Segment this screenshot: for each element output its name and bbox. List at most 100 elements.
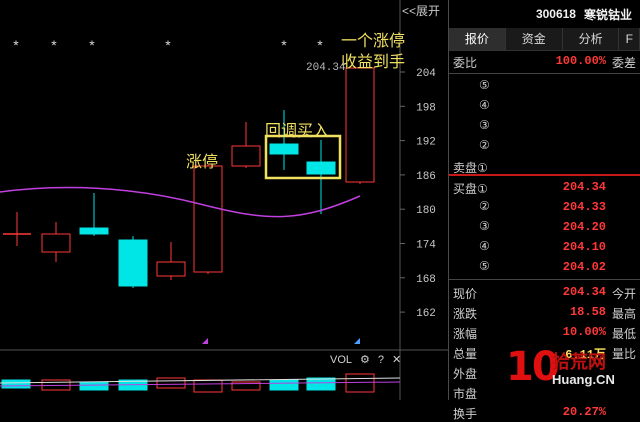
- ask-level-row: ②: [449, 136, 640, 156]
- close-icon[interactable]: ✕: [392, 353, 401, 366]
- candle-body: [156, 261, 186, 277]
- divider: [449, 279, 640, 280]
- watermark-en: Huang.CN: [552, 372, 615, 387]
- stat-row: 涨跌 18.58 最高: [449, 302, 640, 322]
- y-tick-label: 174: [416, 240, 436, 252]
- bid-level-row: 买盘① 204.34: [449, 177, 640, 197]
- candle-body: [193, 165, 223, 273]
- quote-tabs: 报价 资金 分析 F: [449, 28, 640, 51]
- expand-button[interactable]: <<展开: [402, 2, 440, 19]
- y-tick-label: 198: [416, 102, 436, 114]
- ask-level-label: ⑤: [479, 78, 490, 92]
- stat-row: 现价 204.34 今开: [449, 282, 640, 302]
- bid-level-label: ④: [479, 239, 490, 253]
- stat-label: 市盘: [453, 387, 478, 401]
- y-tick-label: 162: [416, 308, 436, 320]
- bid-level-label: 买盘①: [453, 182, 488, 196]
- event-star-marker: *: [281, 37, 287, 53]
- candle-body: [345, 67, 375, 183]
- stat-value: 18.58: [569, 305, 606, 319]
- y-tick-label: 168: [416, 274, 436, 286]
- stat-label: 涨跌: [453, 307, 478, 321]
- candle-body: [231, 145, 261, 167]
- stat-value: 20.27%: [562, 405, 606, 419]
- order-ratio-value: 100.00%: [555, 54, 606, 68]
- y-tick-label: 192: [416, 137, 436, 149]
- quote-panel: 300618 寒锐钴业 报价 资金 分析 F 委比 100.00% 委差 ⑤ ④…: [448, 0, 640, 421]
- volume-bar: [269, 379, 299, 391]
- site-watermark: 10 拾荒网 Huang.CN: [506, 344, 636, 398]
- y-tick-label: 204: [416, 68, 436, 80]
- candle-body: [306, 161, 336, 175]
- stat-label: 外盘: [453, 367, 478, 381]
- moving-average-line: [0, 186, 361, 218]
- profit-annotation-line2: 收益到手: [341, 52, 406, 71]
- ask-level-label: ④: [479, 98, 490, 112]
- y-tick-label: 180: [416, 205, 436, 217]
- tab-f[interactable]: F: [619, 28, 640, 50]
- marker-arrow-icon: [354, 338, 360, 344]
- bid-price: 204.34: [562, 180, 606, 194]
- bid-price: 204.02: [562, 260, 606, 274]
- ask-level-label: ③: [479, 118, 490, 132]
- limit-up-annotation: 涨停: [186, 152, 219, 171]
- help-icon[interactable]: ?: [378, 354, 384, 366]
- ask-level-label: 卖盘①: [453, 161, 488, 175]
- settings-icon[interactable]: ⚙: [360, 353, 370, 366]
- order-diff-label: 委差: [611, 56, 636, 70]
- volume-bar: [1, 379, 31, 389]
- candle-body: [41, 233, 71, 253]
- bid-price: 204.33: [562, 200, 606, 214]
- stat-label: 总量: [453, 347, 478, 361]
- ask-level-row: ⑤: [449, 76, 640, 96]
- order-ratio-label: 委比: [453, 56, 478, 70]
- stat-label-right: 最低: [611, 327, 636, 341]
- order-ratio-row: 委比 100.00% 委差: [449, 51, 640, 71]
- y-tick-label: 186: [416, 171, 436, 183]
- stat-value: 204.34: [562, 285, 606, 299]
- bid-level-label: ②: [479, 199, 490, 213]
- bid-price: 204.20: [562, 220, 606, 234]
- bid-level-row: ② 204.33: [449, 197, 640, 217]
- bid-price: 204.10: [562, 240, 606, 254]
- stat-label-right: 今开: [611, 287, 636, 301]
- tab-quote[interactable]: 报价: [449, 28, 506, 50]
- stock-name: 寒锐钴业: [583, 7, 632, 22]
- tab-funds[interactable]: 资金: [505, 28, 563, 50]
- event-star-marker: *: [317, 37, 323, 53]
- bid-level-row: ④ 204.10: [449, 237, 640, 257]
- bid-level-label: ⑤: [479, 259, 490, 273]
- volume-bar: [79, 381, 109, 391]
- stat-value: 10.00%: [562, 325, 606, 339]
- high-price-label: 204.34: [306, 62, 346, 74]
- volume-bar: [193, 379, 223, 393]
- volume-bar: [156, 377, 186, 389]
- volume-indicator-label[interactable]: VOL: [330, 354, 352, 366]
- ask-level-row: ③: [449, 116, 640, 136]
- event-star-marker: *: [89, 37, 95, 53]
- stat-row: 换手 20.27%: [449, 402, 640, 422]
- stat-label: 换手: [453, 407, 478, 421]
- volume-bar: [345, 373, 375, 393]
- bid-level-label: ③: [479, 219, 490, 233]
- stat-label-right: 最高: [611, 307, 636, 321]
- watermark-cn: 拾荒网: [552, 352, 606, 372]
- stat-label: 涨幅: [453, 327, 478, 341]
- marker-arrow-icon: [202, 338, 208, 344]
- bid-level-row: ⑤ 204.02: [449, 257, 640, 277]
- stock-code: 300618: [535, 7, 576, 21]
- volume-bar: [306, 377, 336, 391]
- candle-body: [269, 143, 299, 155]
- candle-body: [118, 239, 148, 287]
- ask-level-row: 卖盘①: [449, 156, 640, 175]
- stock-header: 300618 寒锐钴业: [449, 0, 640, 28]
- stat-row: 涨幅 10.00% 最低: [449, 322, 640, 342]
- bid-level-row: ③ 204.20: [449, 217, 640, 237]
- tab-analysis[interactable]: 分析: [562, 28, 620, 50]
- stat-label: 现价: [453, 287, 478, 301]
- watermark-number: 10: [506, 344, 560, 390]
- event-star-marker: *: [51, 37, 57, 53]
- volume-toolbar: VOL ⚙ ? ✕: [330, 353, 401, 367]
- ask-level-label: ②: [479, 138, 490, 152]
- candle-body: [79, 227, 109, 235]
